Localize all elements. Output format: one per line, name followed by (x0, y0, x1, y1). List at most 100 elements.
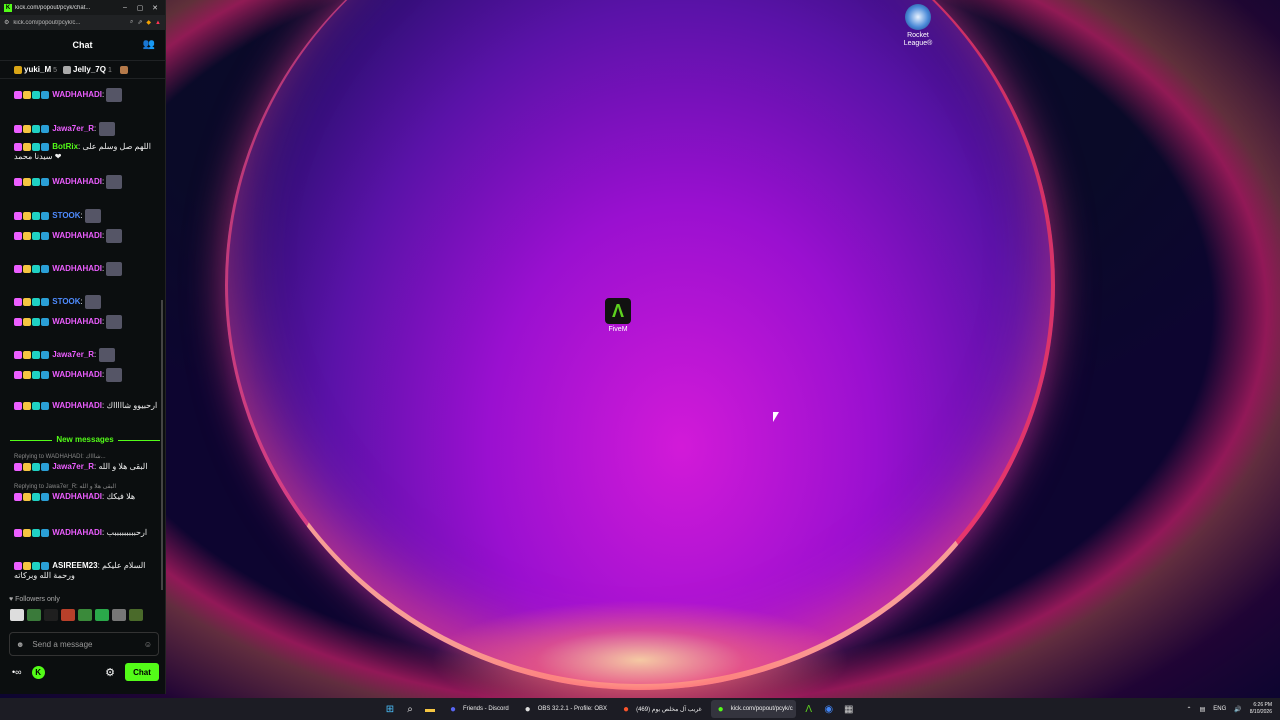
search-icon[interactable]: ⌕ (403, 702, 417, 716)
chat-message: ASIREEM23: السلام عليكم ورحمة الله وبركا… (14, 561, 146, 580)
settings-gear-icon[interactable]: ⚙ (105, 666, 115, 679)
chat-message: WADHAHADI: ارحبببببببببب (14, 528, 159, 538)
brave-shield-icon[interactable]: ◆ (146, 19, 151, 26)
chat-username[interactable]: WADHAHADI (52, 177, 102, 186)
maximize-button[interactable]: ▢ (134, 4, 146, 12)
zoom-icon[interactable]: ⌕ (130, 19, 133, 26)
taskbar-clock[interactable]: 6:26 PM 8/10/2026 (1250, 702, 1272, 716)
brave-rewards-icon[interactable]: ▲ (155, 20, 161, 26)
close-button[interactable]: ✕ (149, 4, 161, 12)
chat-username[interactable]: Jawa7er_R (52, 350, 94, 359)
send-chat-button[interactable]: Chat (125, 663, 159, 681)
windows-start-icon[interactable]: ⊞ (383, 702, 397, 716)
crown-badge-icon (23, 371, 31, 379)
chat-message: WADHAHADI: (14, 368, 159, 382)
message-input[interactable]: ☻ Send a message ☺ (9, 632, 159, 656)
taskbar-app[interactable]: ● kick.com/popout/pcyk/c (710, 700, 796, 718)
crown-badge-icon (23, 265, 31, 273)
emoji-icon[interactable]: ☺ (144, 640, 152, 649)
vip-badge-icon (32, 212, 40, 220)
chat-username[interactable]: WADHAHADI (52, 401, 102, 410)
chat-username[interactable]: STOOK (52, 297, 80, 306)
mod-badge-icon (41, 462, 49, 471)
chat-username[interactable]: WADHAHADI (52, 492, 102, 501)
chat-username[interactable]: WADHAHADI (52, 317, 102, 326)
leaderboard-item[interactable] (118, 65, 129, 74)
users-icon[interactable]: 👥 (143, 39, 155, 50)
discord-icon[interactable]: ● (446, 702, 460, 716)
crown-badge-icon (23, 91, 31, 99)
chat-username[interactable]: BotRix (52, 142, 78, 151)
reply-context[interactable]: Replying to WADHAHADI: شاااك... (14, 452, 159, 462)
emote-icon[interactable] (61, 609, 75, 621)
mod-badge-icon (41, 212, 49, 220)
sub-badge-icon (14, 212, 22, 220)
emote-icon (106, 368, 123, 382)
lang-indicator[interactable]: ENG (1213, 706, 1226, 712)
reply-context[interactable]: Replying to Jawa7er_R: البقى هلا و الله (14, 482, 159, 492)
emote-icon[interactable] (44, 609, 58, 621)
emote-icon[interactable] (78, 609, 92, 621)
chat-username[interactable]: WADHAHADI (52, 231, 102, 240)
vip-badge-icon (32, 232, 40, 240)
window-titlebar[interactable]: K kick.com/popout/pcyk/chat... – ▢ ✕ (0, 0, 165, 15)
leaderboard-item[interactable]: yuki_M 5 (14, 65, 57, 74)
infinity-points-icon[interactable]: •∞ (12, 667, 22, 677)
fivem-icon[interactable]: Λ (802, 702, 816, 716)
desktop-icon-rocket-league[interactable]: Rocket League® (896, 4, 940, 48)
sub-badge-icon (14, 142, 22, 151)
taskbar-app[interactable]: ● غريب آل مخلص يوم (469) (616, 700, 705, 718)
chat-header: Chat 👥 (0, 30, 165, 61)
chat-username[interactable]: Jawa7er_R (52, 124, 94, 133)
mod-badge-icon (41, 298, 49, 306)
emote-icon[interactable] (112, 609, 126, 621)
emote-icon[interactable] (27, 609, 41, 621)
obs-icon[interactable]: ● (521, 702, 535, 716)
emote-bar (0, 607, 165, 623)
emote-icon (98, 348, 115, 362)
emote-icon[interactable] (10, 609, 24, 621)
new-messages-divider[interactable]: New messages (10, 435, 160, 445)
desktop-wallpaper (0, 0, 1280, 698)
chat-username[interactable]: ASIREEM23 (52, 561, 97, 570)
crown-badge-icon (23, 178, 31, 186)
taskbar-app[interactable]: ● OBS 32.2.1 - Profile: OBX (518, 700, 610, 718)
mod-badge-icon (41, 178, 49, 186)
taskbar-app-icon[interactable]: ▦ (842, 702, 856, 716)
emote-icon (98, 122, 115, 136)
minimize-button[interactable]: – (119, 4, 131, 11)
message-placeholder: Send a message (32, 639, 93, 649)
emote-icon[interactable] (129, 609, 143, 621)
file-explorer-icon[interactable]: ▬ (423, 702, 437, 716)
vip-badge-icon (32, 371, 40, 379)
taskbar-app[interactable]: ● Friends - Discord (443, 700, 512, 718)
crown-badge-icon (23, 318, 31, 326)
vip-badge-icon (32, 178, 40, 186)
chrome-icon[interactable]: ◉ (822, 702, 836, 716)
chat-username[interactable]: WADHAHADI (52, 528, 102, 537)
address-bar[interactable]: ⚙ kick.com/popout/pcyk/c... ⌕ ⇗ ◆ ▲ (0, 15, 165, 30)
kick-points-icon[interactable]: K (31, 665, 45, 679)
chat-scrollbar[interactable] (161, 300, 163, 590)
emote-picker-icon[interactable]: ☻ (16, 640, 24, 649)
vip-badge-icon (32, 561, 40, 570)
kick-icon[interactable]: ● (714, 702, 728, 716)
chat-username[interactable]: WADHAHADI (52, 90, 102, 99)
share-icon[interactable]: ⇗ (137, 19, 142, 26)
bronze-badge-icon (119, 65, 128, 74)
chat-username[interactable]: STOOK (52, 211, 80, 220)
chat-text: البقى هلا و الله (98, 462, 148, 471)
chat-username[interactable]: Jawa7er_R (52, 462, 94, 471)
tray-chevron-icon[interactable]: ⌃ (1187, 706, 1192, 713)
network-icon[interactable]: ▤ (1200, 706, 1206, 713)
volume-icon[interactable]: 🔊 (1234, 706, 1241, 713)
leaderboard-item[interactable]: Jelly_7Q 1 (63, 65, 112, 74)
vip-badge-icon (32, 492, 40, 501)
brave-icon[interactable]: ● (619, 702, 633, 716)
site-info-icon[interactable]: ⚙ (4, 19, 9, 26)
chat-username[interactable]: WADHAHADI (52, 370, 102, 379)
sub-badge-icon (14, 318, 22, 326)
emote-icon[interactable] (95, 609, 109, 621)
desktop-icon-fivem[interactable]: Λ FiveM (596, 298, 640, 334)
chat-username[interactable]: WADHAHADI (52, 264, 102, 273)
